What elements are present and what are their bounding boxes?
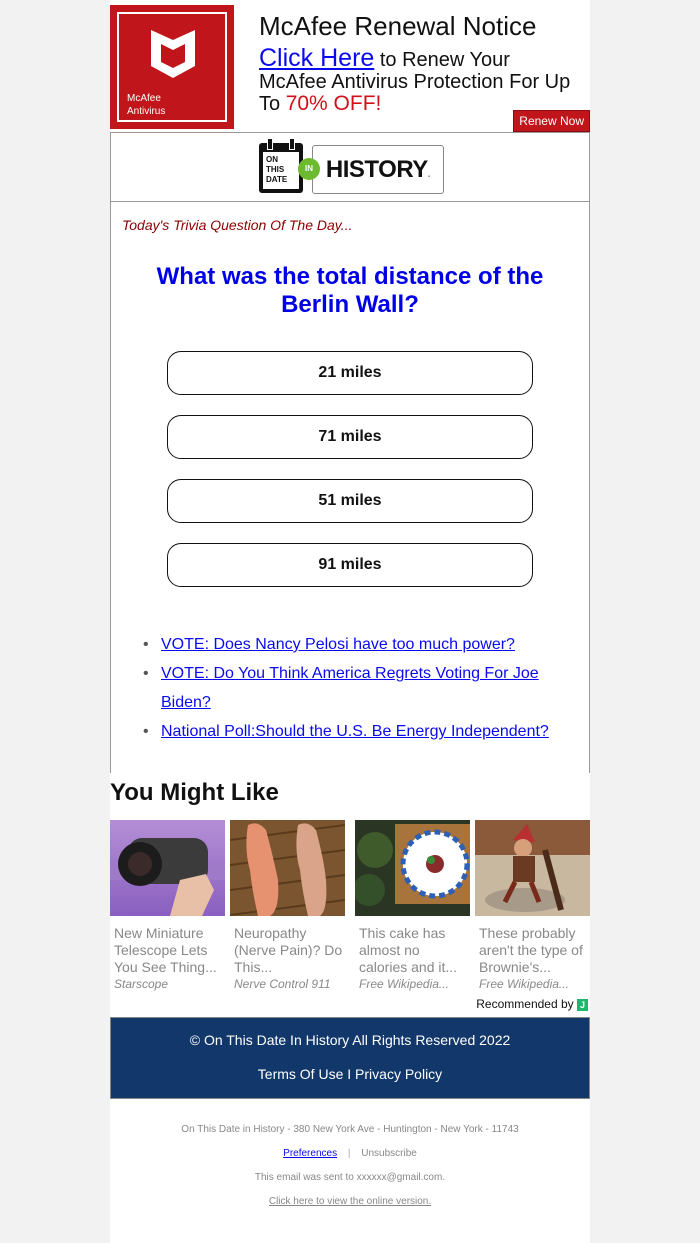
logo-text-1: McAfee: [127, 93, 161, 104]
email-page: McAfee Antivirus McAfee Renewal Notice C…: [110, 0, 590, 1243]
ad-discount: 70% OFF!: [285, 92, 382, 115]
sent-to-text: This email was sent to xxxxxx@gmail.com.: [254, 1172, 446, 1183]
cal-text-2: THIS: [266, 165, 285, 174]
mcafee-shield-icon: [151, 30, 195, 78]
recommended-by-label: Recommended by: [476, 997, 574, 1011]
recommendation-title: New Miniature Telescope Lets You See Thi…: [114, 925, 217, 975]
recommendation-title: Neuropathy (Nerve Pain)? Do This...: [234, 925, 343, 975]
cal-text-1: ON: [266, 155, 278, 164]
history-dot: .: [427, 169, 431, 180]
mcafee-ad-banner[interactable]: McAfee Antivirus McAfee Renewal Notice C…: [110, 5, 590, 132]
cake-plate-image: [353, 820, 470, 916]
history-wordmark: HISTORY.: [312, 145, 444, 194]
renew-now-button[interactable]: Renew Now: [513, 110, 590, 132]
logo-text-2: Antivirus: [127, 106, 166, 117]
poll-link[interactable]: VOTE: Does Nancy Pelosi have too much po…: [161, 636, 515, 653]
site-footer: © On This Date In History All Rights Res…: [110, 1017, 590, 1099]
answer-button[interactable]: 71 miles: [167, 415, 533, 459]
site-logo[interactable]: ON THIS DATE IN HISTORY.: [111, 133, 589, 202]
ad-body: Click Here to Renew Your McAfee Antiviru…: [259, 44, 579, 116]
history-text: HISTORY: [325, 156, 428, 183]
recommended-by[interactable]: Recommended by J: [476, 997, 588, 1011]
recommendation-title: These probably aren't the type of Browni…: [479, 925, 583, 975]
mcafee-logo: McAfee Antivirus: [110, 5, 234, 129]
trivia-question: What was the total distance of the Berli…: [156, 263, 544, 318]
privacy-policy-link[interactable]: Privacy Policy: [355, 1066, 442, 1082]
poll-links-list: VOTE: Does Nancy Pelosi have too much po…: [143, 630, 571, 746]
preferences-row: Preferences | Unsubscribe: [110, 1148, 590, 1159]
answer-button[interactable]: 91 miles: [167, 543, 533, 587]
poll-link[interactable]: VOTE: Do You Think America Regrets Votin…: [161, 665, 539, 711]
footer-separator: I: [343, 1066, 356, 1082]
pipe-separator: |: [347, 1148, 351, 1159]
recommendation-source: Free Wikipedia...: [359, 977, 449, 991]
recommendation-card[interactable]: These probably aren't the type of Browni…: [475, 820, 590, 992]
list-item: VOTE: Do You Think America Regrets Votin…: [143, 659, 571, 717]
list-item: National Poll:Should the U.S. Be Energy …: [143, 717, 571, 746]
poll-link[interactable]: National Poll:Should the U.S. Be Energy …: [161, 723, 549, 740]
cal-text-3: DATE: [266, 175, 288, 184]
terms-of-use-link[interactable]: Terms Of Use: [258, 1066, 344, 1082]
trivia-card: ON THIS DATE IN HISTORY. Today's Trivia …: [110, 132, 590, 773]
ad-title: McAfee Renewal Notice: [259, 11, 537, 41]
recommendation-card[interactable]: Neuropathy (Nerve Pain)? Do This... Nerv…: [229, 820, 346, 992]
answer-button[interactable]: 51 miles: [167, 479, 533, 523]
mailing-address: On This Date in History - 380 New York A…: [181, 1124, 519, 1135]
recommendation-source: Starscope: [114, 977, 169, 991]
calendar-icon: ON THIS DATE: [259, 138, 303, 193]
recommendation-title: This cake has almost no calories and it.…: [359, 925, 458, 975]
recommendation-source: Nerve Control 911: [234, 977, 331, 991]
preferences-link[interactable]: Preferences: [283, 1148, 337, 1159]
trivia-label: Today's Trivia Question Of The Day...: [122, 217, 353, 233]
brownie-illustration-image: [475, 820, 590, 916]
recommender-logo-icon: J: [577, 998, 588, 1011]
copyright-text: © On This Date In History All Rights Res…: [189, 1032, 511, 1048]
unsubscribe-link[interactable]: Unsubscribe: [361, 1148, 417, 1159]
you-might-like-heading: You Might Like: [110, 779, 279, 806]
feet-image: [229, 820, 346, 916]
recommendation-source: Free Wikipedia...: [479, 977, 569, 991]
click-here-link[interactable]: Click Here: [259, 44, 374, 72]
recommendation-card[interactable]: New Miniature Telescope Lets You See Thi…: [110, 820, 225, 992]
in-badge: IN: [298, 158, 320, 180]
view-online-link[interactable]: Click here to view the online version.: [269, 1196, 431, 1207]
recommendation-card[interactable]: This cake has almost no calories and it.…: [353, 820, 470, 992]
list-item: VOTE: Does Nancy Pelosi have too much po…: [143, 630, 571, 659]
online-version-row: Click here to view the online version.: [110, 1196, 590, 1207]
answer-button[interactable]: 21 miles: [167, 351, 533, 395]
telescope-image: [110, 820, 225, 916]
